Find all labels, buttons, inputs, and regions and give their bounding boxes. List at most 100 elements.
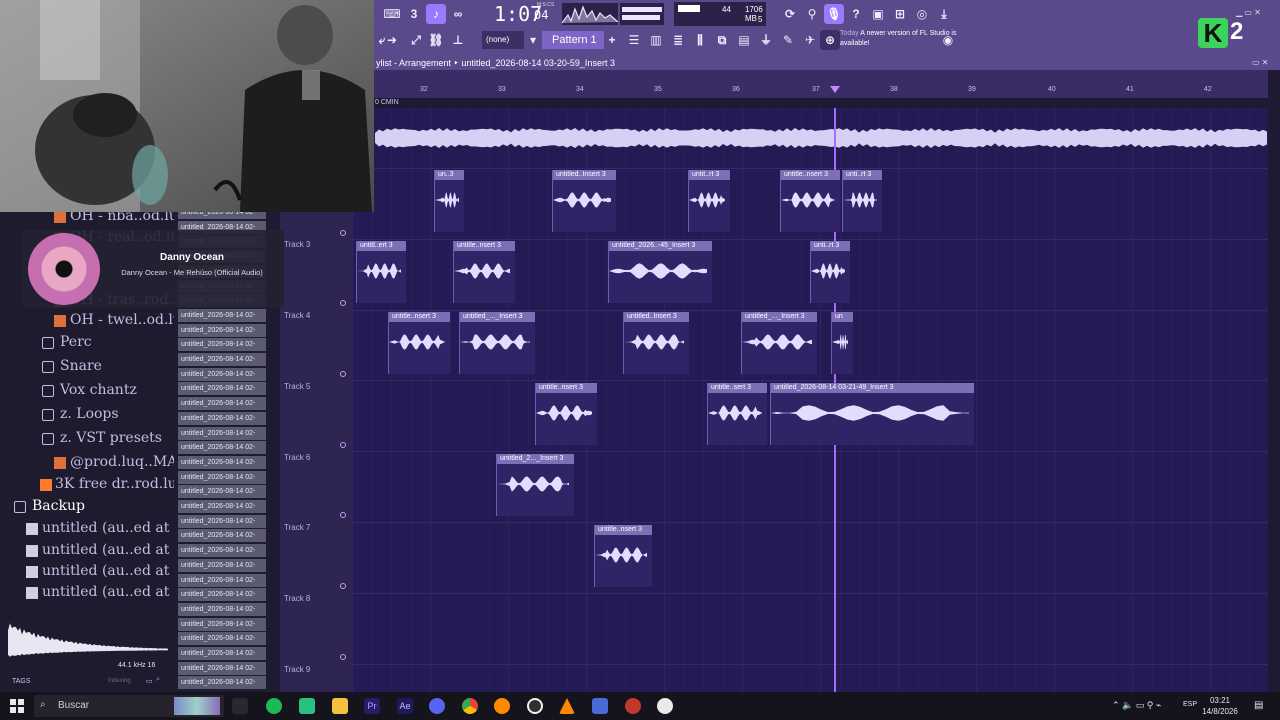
file-explorer-icon[interactable] bbox=[332, 698, 348, 714]
taskbar-clock[interactable]: 03:21 14/8/2026 bbox=[1200, 695, 1240, 717]
history-item[interactable]: untitled_2026-08-14 02- bbox=[178, 397, 266, 411]
browser-item[interactable]: z. Loops bbox=[0, 404, 172, 426]
step-edit-icon[interactable]: 3 bbox=[404, 4, 424, 24]
clip-title[interactable]: untitled_..._Insert 3 bbox=[742, 312, 817, 322]
playhead-marker-icon[interactable] bbox=[830, 86, 840, 93]
obs-icon[interactable] bbox=[625, 698, 641, 714]
now-playing-notification[interactable]: Danny Ocean Danny Ocean - Me Rehúso (Off… bbox=[22, 230, 284, 308]
browser-item[interactable]: untitled (au..ed at 3h18) bbox=[0, 582, 215, 604]
spotify-icon[interactable] bbox=[266, 698, 282, 714]
clip-title[interactable]: un..3 bbox=[435, 170, 464, 180]
track-enable-dot[interactable] bbox=[340, 300, 346, 306]
browser-item[interactable]: OH - twel..od.luqui bbox=[0, 310, 204, 332]
clip-title[interactable]: untitled_..._Insert 3 bbox=[460, 312, 535, 322]
help-icon[interactable]: ? bbox=[846, 4, 866, 24]
touch-icon[interactable]: ✈ bbox=[800, 30, 820, 50]
browser-item[interactable]: untitled (au..ed at 3h21) bbox=[0, 518, 215, 540]
typing-keyboard-icon[interactable]: ⌨ bbox=[382, 4, 402, 24]
clip-title[interactable]: unti..rt 3 bbox=[811, 241, 850, 251]
stamp-icon[interactable]: ⊥ bbox=[448, 30, 468, 50]
playlist-icon[interactable]: ☰ bbox=[624, 30, 644, 50]
system-tray-icons[interactable]: ⌃ 🔈 ▭ ⚲ ⌁ bbox=[1112, 700, 1161, 711]
audio-clip[interactable]: untitled..Insert 3 bbox=[623, 312, 689, 374]
history-item[interactable]: untitled_2026-08-14 02- bbox=[178, 573, 266, 587]
piano-roll-icon[interactable]: ▥ bbox=[646, 30, 666, 50]
history-item[interactable]: untitled_2026-08-14 02- bbox=[178, 617, 266, 631]
audio-clip[interactable]: untitle..nsert 3 bbox=[594, 525, 652, 587]
clip-title[interactable]: untitle..nsert 3 bbox=[454, 241, 515, 251]
history-item[interactable]: untitled_2026-08-14 02- bbox=[178, 470, 266, 484]
history-item[interactable]: untitled_2026-08-14 02- bbox=[178, 426, 266, 440]
windows-start-icon[interactable] bbox=[10, 699, 24, 713]
history-item[interactable]: untitled_2026-08-14 02- bbox=[178, 529, 266, 543]
vlc-icon[interactable] bbox=[559, 698, 575, 714]
history-item[interactable]: untitled_2026-08-14 02- bbox=[178, 411, 266, 425]
microphone-icon[interactable]: 🎙 bbox=[824, 4, 844, 24]
audio-clip[interactable]: untitled_2..._Insert 3 bbox=[496, 454, 574, 516]
mixer-sliders-icon[interactable]: ⫼ bbox=[690, 30, 710, 50]
channel-settings-icon[interactable]: ⧉ bbox=[712, 30, 732, 50]
audio-clip[interactable]: untitle..nsert 3 bbox=[453, 241, 515, 303]
task-view-icon[interactable] bbox=[232, 698, 248, 714]
refresh-icon[interactable]: ⟳ bbox=[780, 4, 800, 24]
link-icon[interactable]: ⛓ bbox=[426, 30, 446, 50]
playlist-grid[interactable]: un..3 untitled..Insert 3 untit..rt 3 untitl… bbox=[352, 108, 1268, 692]
clip-title[interactable]: untitled..Insert 3 bbox=[553, 170, 616, 180]
history-item[interactable]: untitled_2026-08-14 02- bbox=[178, 455, 266, 469]
history-item[interactable]: untitled_2026-08-14 02- bbox=[178, 367, 266, 381]
cpu-memory-panel[interactable]: 44 1706 MB 5 bbox=[674, 2, 766, 26]
track-lane[interactable] bbox=[352, 451, 1268, 522]
browser-item[interactable]: untitled (au..ed at 3h20) bbox=[0, 540, 215, 562]
browser-item[interactable]: @prod.luq..MAIN TAG bbox=[0, 452, 229, 474]
history-item[interactable]: untitled_2026-08-14 02- bbox=[178, 676, 266, 690]
track-enable-dot[interactable] bbox=[340, 512, 346, 518]
track-name-label[interactable]: Track 3 bbox=[284, 240, 310, 249]
browser-item[interactable]: z. VST presets bbox=[0, 428, 172, 450]
audio-track-lane[interactable] bbox=[375, 120, 1268, 156]
history-item[interactable]: untitled_2026-08-14 02- bbox=[178, 632, 266, 646]
history-item[interactable]: untitled_2026-08-14 02- bbox=[178, 602, 266, 616]
mixer-icon[interactable]: ⊞ bbox=[890, 4, 910, 24]
clip-title[interactable]: untitled_2026-08-14 03-21-49_Insert 3 bbox=[771, 383, 974, 393]
track-name-label[interactable]: Track 5 bbox=[284, 382, 310, 391]
browser-item[interactable]: Vox chantz bbox=[0, 380, 172, 402]
pattern-selector[interactable]: Pattern 1 bbox=[542, 31, 604, 49]
history-item[interactable]: untitled_2026-08-14 02- bbox=[178, 544, 266, 558]
browser-item[interactable]: Backup bbox=[0, 496, 172, 518]
history-item[interactable]: untitled_2026-08-14 02- bbox=[178, 558, 266, 572]
save-icon[interactable]: ▣ bbox=[868, 4, 888, 24]
metronome-icon[interactable]: ⚲ bbox=[802, 4, 822, 24]
audio-clip[interactable]: unti..rt 3 bbox=[842, 170, 882, 232]
track-name-label[interactable]: Track 4 bbox=[284, 311, 310, 320]
clip-title[interactable]: untitle..nsert 3 bbox=[536, 383, 597, 393]
audio-clip[interactable]: untitled_2026-08-14 03-21-49_Insert 3 bbox=[770, 383, 974, 445]
premiere-icon[interactable]: Pr bbox=[364, 698, 380, 714]
calculator-icon[interactable] bbox=[592, 698, 608, 714]
audio-clip[interactable]: untitle..nsert 3 bbox=[780, 170, 840, 232]
capcut-icon[interactable] bbox=[527, 698, 543, 714]
channel-rack-icon[interactable]: ≣ bbox=[668, 30, 688, 50]
history-item[interactable]: untitled_2026-08-14 02- bbox=[178, 441, 266, 455]
history-item[interactable]: untitled_2026-08-14 02- bbox=[178, 647, 266, 660]
shop-icon[interactable]: ⊕ bbox=[820, 30, 840, 50]
clip-title[interactable]: untitle..nsert 3 bbox=[781, 170, 840, 180]
audio-clip[interactable]: untitled_..._Insert 3 bbox=[459, 312, 535, 374]
clip-title[interactable]: untitled..Insert 3 bbox=[624, 312, 689, 322]
track-enable-dot[interactable] bbox=[340, 230, 346, 236]
notifications-icon[interactable]: ▤ bbox=[1254, 700, 1263, 711]
track-enable-dot[interactable] bbox=[340, 442, 346, 448]
add-pattern-icon[interactable]: + bbox=[606, 30, 618, 50]
browser-item[interactable]: Perc bbox=[0, 332, 172, 354]
loop-record-icon[interactable]: ∞ bbox=[448, 4, 468, 24]
taskbar-search[interactable]: ⌕ Buscar bbox=[34, 695, 224, 717]
history-item[interactable]: untitled_2026-08-14 02- bbox=[178, 661, 266, 675]
clip-title[interactable]: untitle..nsert 3 bbox=[389, 312, 450, 322]
playlist-window-controls[interactable]: ▭ ✕ bbox=[1252, 56, 1268, 70]
history-item[interactable]: untitled_2026-08-14 02- bbox=[178, 382, 266, 396]
audio-clip[interactable]: untitled_2026..-45_Insert 3 bbox=[608, 241, 712, 303]
whatsapp-icon[interactable] bbox=[299, 698, 315, 714]
track-enable-dot[interactable] bbox=[340, 371, 346, 377]
browser-item[interactable]: Snare bbox=[0, 356, 172, 378]
audio-clip[interactable]: untitled_..._Insert 3 bbox=[741, 312, 817, 374]
clip-title[interactable]: untitl..ert 3 bbox=[357, 241, 406, 251]
